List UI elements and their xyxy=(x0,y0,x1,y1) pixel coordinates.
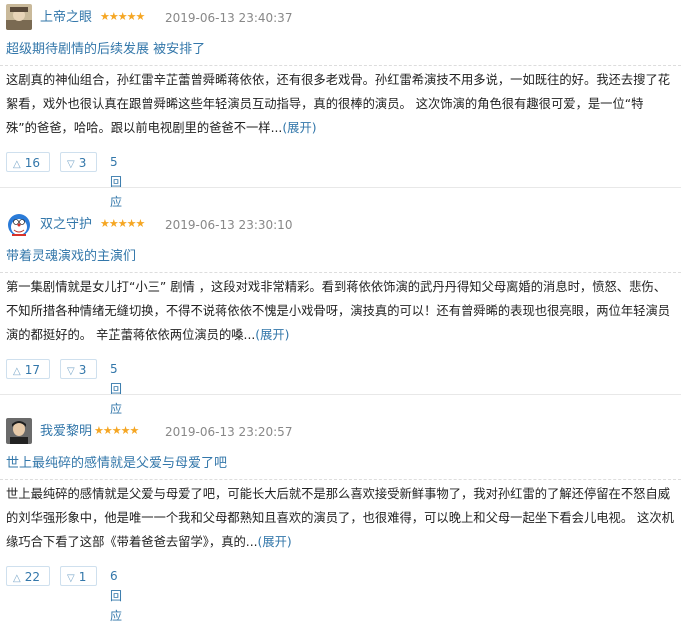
review-text: 这剧真的神仙组合，孙红雷辛芷蕾曾舜晞蒋依依，还有很多老戏骨。孙红雷希演技不用多说… xyxy=(6,73,671,135)
review-title[interactable]: 带着灵魂演戏的主演们 xyxy=(6,248,136,266)
triangle-down-icon: ▽ xyxy=(67,573,75,584)
review-text: 第一集剧情就是女儿打“小三” 剧情 ，这段对戏非常精彩。看到蒋依依饰演的武丹丹得… xyxy=(6,280,671,342)
username[interactable]: 我爱黎明 xyxy=(40,424,92,440)
expand-link[interactable]: (展开) xyxy=(258,535,292,549)
avatar[interactable] xyxy=(6,418,32,444)
upvote-count: 17 xyxy=(24,363,40,377)
username[interactable]: 双之守护 xyxy=(40,217,92,233)
downvote-button[interactable]: ▽ 3 xyxy=(60,152,97,172)
review-header: 双之守护 ★★★★★ 2019-06-13 23:30:10 xyxy=(6,211,681,239)
upvote-count: 22 xyxy=(24,570,40,584)
rating-stars: ★★★★★ xyxy=(94,424,139,437)
avatar[interactable] xyxy=(6,211,32,237)
username[interactable]: 上帝之眼 xyxy=(40,10,92,26)
review-header: 上帝之眼 ★★★★★ 2019-06-13 23:40:37 xyxy=(6,4,681,32)
review-title[interactable]: 世上最纯碎的感情就是父爱与母爱了吧 xyxy=(6,455,227,473)
triangle-up-icon: △ xyxy=(13,573,21,584)
triangle-up-icon: △ xyxy=(13,159,21,170)
upvote-button[interactable]: △ 22 xyxy=(6,566,50,586)
triangle-up-icon: △ xyxy=(13,366,21,377)
rating-stars: ★★★★★ xyxy=(100,217,145,230)
divider xyxy=(0,272,681,273)
upvote-count: 16 xyxy=(24,156,40,170)
review-date: 2019-06-13 23:30:10 xyxy=(165,218,293,232)
downvote-button[interactable]: ▽ 1 xyxy=(60,566,97,586)
divider xyxy=(0,479,681,480)
review-divider xyxy=(0,394,681,395)
triangle-down-icon: ▽ xyxy=(67,159,75,170)
review-date: 2019-06-13 23:20:57 xyxy=(165,425,293,439)
upvote-button[interactable]: △ 17 xyxy=(6,359,50,379)
divider xyxy=(0,65,681,66)
review-date: 2019-06-13 23:40:37 xyxy=(165,11,293,25)
downvote-count: 1 xyxy=(78,570,87,584)
review-title[interactable]: 超级期待剧情的后续发展 被安排了 xyxy=(6,41,205,59)
review-body: 这剧真的神仙组合，孙红雷辛芷蕾曾舜晞蒋依依，还有很多老戏骨。孙红雷希演技不用多说… xyxy=(6,68,674,140)
reply-link[interactable]: 6回应 xyxy=(110,566,122,626)
review-text: 世上最纯碎的感情就是父爱与母爱了吧，可能长大后就不是那么喜欢接受新鲜事物了，我对… xyxy=(6,487,674,549)
avatar[interactable] xyxy=(6,4,32,30)
review-header: 我爱黎明 ★★★★★ 2019-06-13 23:20:57 xyxy=(6,418,681,446)
expand-link[interactable]: (展开) xyxy=(255,328,289,342)
review-body: 世上最纯碎的感情就是父爱与母爱了吧，可能长大后就不是那么喜欢接受新鲜事物了，我对… xyxy=(6,482,674,554)
downvote-count: 3 xyxy=(78,156,87,170)
downvote-count: 3 xyxy=(78,363,87,377)
review-divider xyxy=(0,187,681,188)
expand-link[interactable]: (展开) xyxy=(282,121,316,135)
review-body: 第一集剧情就是女儿打“小三” 剧情 ，这段对戏非常精彩。看到蒋依依饰演的武丹丹得… xyxy=(6,275,674,347)
downvote-button[interactable]: ▽ 3 xyxy=(60,359,97,379)
reply-link[interactable]: 5回应 xyxy=(110,152,122,212)
reply-link[interactable]: 5回应 xyxy=(110,359,122,419)
triangle-down-icon: ▽ xyxy=(67,366,75,377)
upvote-button[interactable]: △ 16 xyxy=(6,152,50,172)
rating-stars: ★★★★★ xyxy=(100,10,145,23)
